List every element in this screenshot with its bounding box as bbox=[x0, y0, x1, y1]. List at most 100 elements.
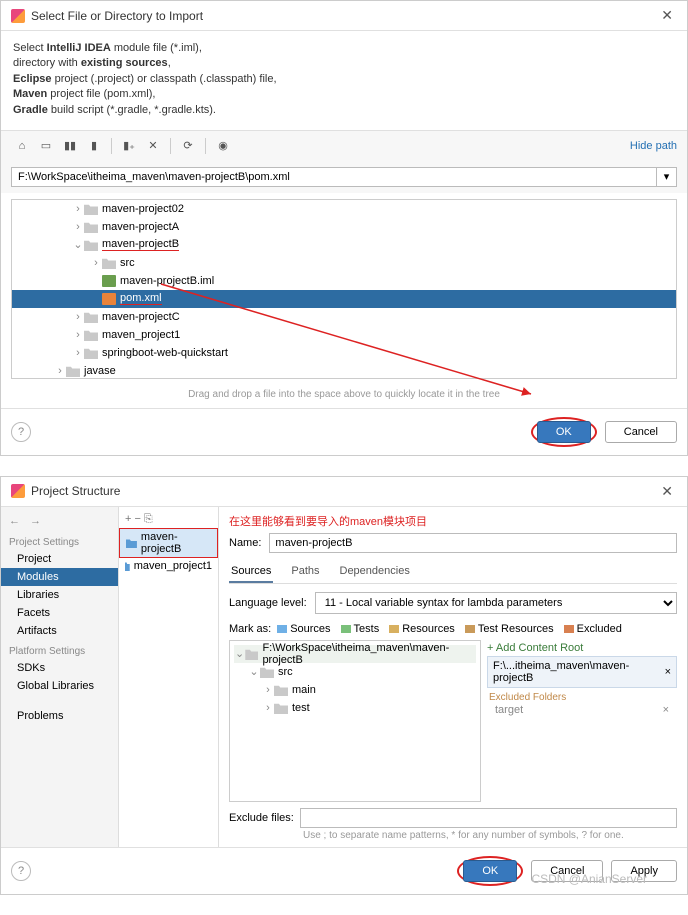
language-select[interactable]: 11 - Local variable syntax for lambda pa… bbox=[315, 592, 677, 614]
delete-icon[interactable]: ✕ bbox=[142, 135, 164, 157]
tree-row[interactable]: ⌄F:\WorkSpace\itheima_maven\maven-projec… bbox=[234, 645, 476, 663]
help-icon[interactable]: ? bbox=[11, 422, 31, 442]
project-structure-dialog: Project Structure ✕ ← → Project Settings… bbox=[0, 476, 688, 895]
cancel-button[interactable]: Cancel bbox=[605, 421, 677, 443]
exclude-files-label: Exclude files: bbox=[229, 812, 294, 824]
home-icon[interactable]: ⌂ bbox=[11, 135, 33, 157]
drag-hint: Drag and drop a file into the space abov… bbox=[1, 385, 687, 408]
content-split: ⌄F:\WorkSpace\itheima_maven\maven-projec… bbox=[229, 640, 677, 802]
sidebar-item[interactable]: Problems bbox=[1, 707, 118, 725]
intellij-icon bbox=[11, 9, 25, 23]
excluded-item-label: target bbox=[495, 704, 523, 716]
content-tree[interactable]: ⌄F:\WorkSpace\itheima_maven\maven-projec… bbox=[229, 640, 481, 802]
watermark: CSDN @AnianServer bbox=[531, 872, 647, 886]
exclude-files-input[interactable] bbox=[300, 808, 677, 828]
excluded-item[interactable]: target × bbox=[487, 703, 677, 717]
sidebar-heading: Platform Settings bbox=[1, 640, 118, 659]
ok-highlight: OK bbox=[457, 856, 523, 886]
tree-row[interactable]: ›src bbox=[12, 254, 676, 272]
name-row: Name: bbox=[229, 533, 677, 553]
tree-row[interactable]: ›maven_project1 bbox=[12, 326, 676, 344]
nav-arrows: ← → bbox=[1, 511, 118, 531]
root-path-text: F:\...itheima_maven\maven-projectB bbox=[493, 660, 665, 684]
dialog-body: ← → Project Settings ProjectModulesLibra… bbox=[1, 507, 687, 847]
file-tree[interactable]: ›maven-project02›maven-projectA⌄maven-pr… bbox=[11, 199, 677, 379]
dialog-title: Project Structure bbox=[31, 484, 657, 498]
tree-row[interactable]: ⌄maven-projectB bbox=[12, 236, 676, 254]
content-root-path[interactable]: F:\...itheima_maven\maven-projectB × bbox=[487, 656, 677, 688]
module-item[interactable]: maven_project1 bbox=[119, 558, 218, 574]
dialog-title: Select File or Directory to Import bbox=[31, 9, 657, 23]
tree-row[interactable]: ›main bbox=[234, 681, 476, 699]
tab[interactable]: Paths bbox=[289, 561, 321, 583]
add-icon[interactable]: + bbox=[125, 513, 131, 526]
tree-row[interactable]: ›javase bbox=[12, 362, 676, 379]
sidebar-item[interactable]: Facets bbox=[1, 604, 118, 622]
remove-root-icon[interactable]: × bbox=[665, 666, 671, 678]
mark-as-row: Mark as: SourcesTestsResourcesTest Resou… bbox=[229, 622, 677, 636]
sidebar-item[interactable]: Project bbox=[1, 550, 118, 568]
forward-icon[interactable]: → bbox=[30, 515, 41, 527]
mark-option[interactable]: Tests bbox=[337, 622, 384, 636]
titlebar: Select File or Directory to Import ✕ bbox=[1, 1, 687, 31]
main-panel: 在这里能够看到要导入的maven模块项目 Name: SourcesPathsD… bbox=[219, 507, 687, 847]
path-input[interactable] bbox=[11, 167, 657, 187]
name-input[interactable] bbox=[269, 533, 677, 553]
intellij-icon bbox=[11, 484, 25, 498]
close-icon[interactable]: ✕ bbox=[657, 7, 677, 24]
button-row: ? OK Cancel bbox=[1, 408, 687, 455]
copy-icon[interactable]: ⎘ bbox=[144, 513, 153, 526]
mark-option[interactable]: Sources bbox=[273, 622, 334, 636]
excluded-heading: Excluded Folders bbox=[487, 688, 677, 703]
sidebar-item[interactable]: Libraries bbox=[1, 586, 118, 604]
remove-excluded-icon[interactable]: × bbox=[663, 704, 669, 716]
desktop-icon[interactable]: ▭ bbox=[35, 135, 57, 157]
path-dropdown-icon[interactable]: ▾ bbox=[657, 167, 677, 187]
sidebar-item[interactable]: SDKs bbox=[1, 659, 118, 677]
mark-option[interactable]: Resources bbox=[385, 622, 459, 636]
close-icon[interactable]: ✕ bbox=[657, 483, 677, 500]
module-icon[interactable]: ▮ bbox=[83, 135, 105, 157]
back-icon[interactable]: ← bbox=[9, 515, 20, 527]
tree-row[interactable]: ›springboot-web-quickstart bbox=[12, 344, 676, 362]
remove-icon[interactable]: − bbox=[134, 513, 140, 526]
exclude-hint: Use ; to separate name patterns, * for a… bbox=[229, 828, 677, 841]
ok-button[interactable]: OK bbox=[537, 421, 591, 443]
new-folder-icon[interactable]: ▮₊ bbox=[118, 135, 140, 157]
help-icon[interactable]: ? bbox=[11, 861, 31, 881]
sidebar-item[interactable]: Artifacts bbox=[1, 622, 118, 640]
module-item[interactable]: maven-projectB bbox=[119, 528, 218, 558]
language-label: Language level: bbox=[229, 597, 307, 609]
name-label: Name: bbox=[229, 537, 261, 549]
mark-option[interactable]: Test Resources bbox=[461, 622, 558, 636]
tabs: Sources Paths Dependencies bbox=[229, 561, 677, 584]
show-hidden-icon[interactable]: ◉ bbox=[212, 135, 234, 157]
module-toolbar: + − ⎘ bbox=[119, 511, 218, 528]
mark-as-label: Mark as: bbox=[229, 623, 271, 635]
tree-row[interactable]: pom.xml bbox=[12, 290, 676, 308]
tab[interactable]: Sources bbox=[229, 561, 273, 583]
import-dialog: Select File or Directory to Import ✕ Sel… bbox=[0, 0, 688, 456]
add-content-root[interactable]: + Add Content Root bbox=[487, 640, 677, 656]
tree-row[interactable]: maven-projectB.iml bbox=[12, 272, 676, 290]
sidebar-item[interactable]: Modules bbox=[1, 568, 118, 586]
module-list: + − ⎘ maven-projectBmaven_project1 bbox=[119, 507, 219, 847]
ok-highlight: OK bbox=[531, 417, 597, 447]
path-row: ▾ bbox=[1, 161, 687, 193]
separator bbox=[205, 138, 206, 154]
project-icon[interactable]: ▮▮ bbox=[59, 135, 81, 157]
ok-button[interactable]: OK bbox=[463, 860, 517, 882]
language-row: Language level: 11 - Local variable synt… bbox=[229, 592, 677, 614]
tree-row[interactable]: ›maven-project02 bbox=[12, 200, 676, 218]
hide-path-link[interactable]: Hide path bbox=[630, 140, 677, 152]
mark-option[interactable]: Excluded bbox=[560, 622, 626, 636]
separator bbox=[111, 138, 112, 154]
exclude-files-row: Exclude files: bbox=[229, 808, 677, 828]
button-row: ? OK Cancel Apply bbox=[1, 847, 687, 894]
tree-row[interactable]: ›maven-projectC bbox=[12, 308, 676, 326]
tree-row[interactable]: ›test bbox=[234, 699, 476, 717]
sidebar-item[interactable]: Global Libraries bbox=[1, 677, 118, 695]
tree-row[interactable]: ›maven-projectA bbox=[12, 218, 676, 236]
refresh-icon[interactable]: ⟳ bbox=[177, 135, 199, 157]
tab[interactable]: Dependencies bbox=[338, 561, 412, 583]
